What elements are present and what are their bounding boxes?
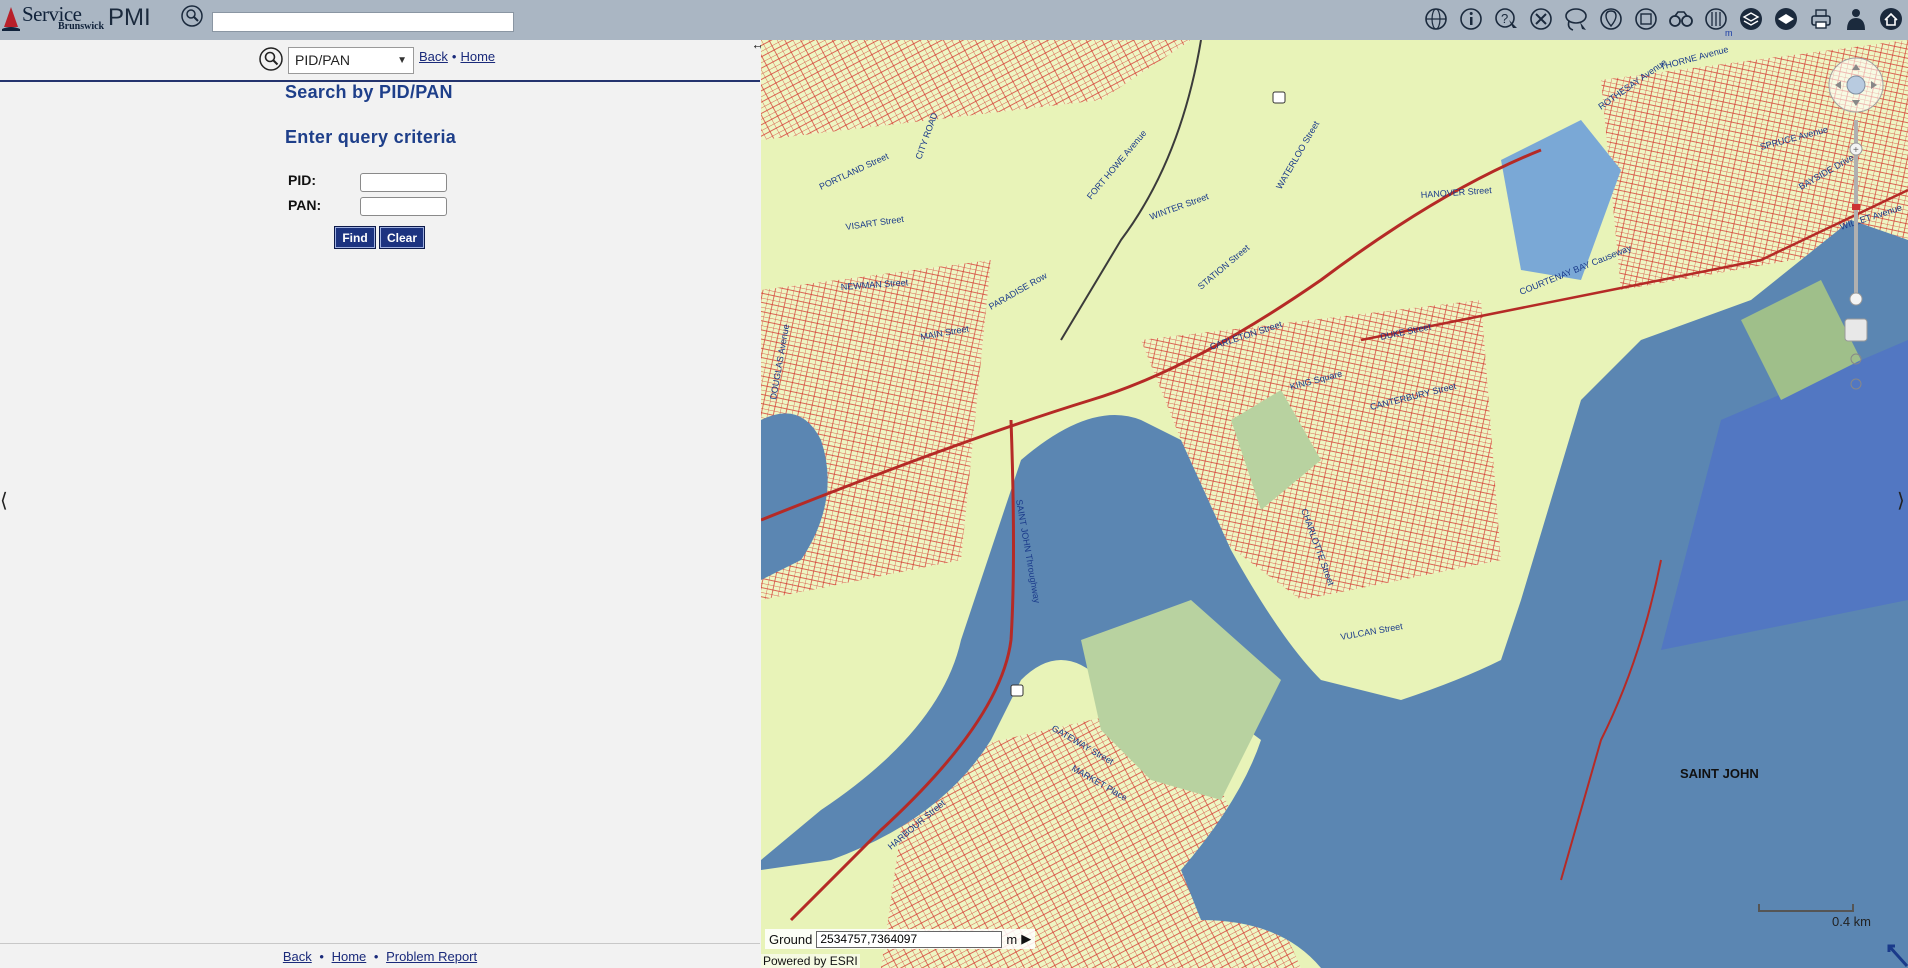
zoom-slider-thumb (1852, 204, 1860, 210)
route-shield-icon (1272, 91, 1286, 104)
user-icon[interactable] (1841, 4, 1871, 34)
search-input[interactable] (212, 12, 514, 32)
scale-bar (1758, 904, 1854, 912)
clear-button[interactable]: Clear (379, 226, 425, 249)
identify-icon[interactable]: ? (1491, 4, 1521, 34)
map-toolbar: ? (1421, 4, 1906, 34)
zoom-out-icon (1849, 292, 1863, 306)
collapse-panel-icon[interactable]: ⟨ (0, 488, 8, 513)
left-panel: PID/PAN ▼ Back • Home Search by PID/PAN En… (0, 40, 760, 968)
back-link[interactable]: Back (419, 49, 448, 64)
globe-icon[interactable] (1421, 4, 1451, 34)
coord-label: Ground (769, 931, 813, 947)
zoom-extent-icon[interactable] (1631, 4, 1661, 34)
lasso-select-icon[interactable] (1561, 4, 1591, 34)
print-icon[interactable] (1806, 4, 1836, 34)
zoom-box-out-icon (1850, 378, 1862, 390)
scale-label: 0.4 km (1832, 914, 1872, 929)
info-icon[interactable] (1456, 4, 1486, 34)
link-separator: • (451, 49, 457, 64)
svg-text:+: + (1853, 145, 1859, 156)
search-icon[interactable] (258, 46, 284, 72)
route-shield-icon (1010, 684, 1024, 697)
footer-home-link[interactable]: Home (332, 949, 367, 964)
breadcrumb: Back • Home (419, 49, 495, 64)
pid-field[interactable] (360, 173, 447, 192)
footer: Back • Home • Problem Report (0, 943, 760, 968)
home-link[interactable]: Home (460, 49, 495, 64)
pan-field[interactable] (360, 197, 447, 216)
binoculars-icon[interactable] (1666, 4, 1696, 34)
clear-selection-icon[interactable] (1526, 4, 1556, 34)
search-type-value: PID/PAN (295, 52, 350, 68)
zoom-box-in-icon (1850, 353, 1862, 365)
coordinate-readout: Ground m ▶ (765, 929, 1036, 949)
footer-separator: • (373, 949, 379, 964)
map-navigation-control[interactable]: + (1825, 54, 1887, 414)
service-new-brunswick-logo[interactable]: Service Brunswick (2, 2, 104, 32)
coordinate-field[interactable] (816, 930, 1003, 948)
basemap-icon[interactable] (1771, 4, 1801, 34)
powered-by-text: Powered by ESRI (761, 954, 860, 968)
chevron-down-icon: ▼ (397, 55, 407, 66)
form-subtitle: Enter query criteria (285, 127, 457, 147)
scale-link[interactable]: m (1725, 28, 1733, 38)
coord-unit: m (1006, 931, 1018, 947)
app-name: PMI (108, 4, 151, 31)
pan-hand-icon (1844, 318, 1868, 342)
footer-separator: • (319, 949, 324, 964)
page-title: Search by PID/PAN (285, 82, 453, 102)
find-button[interactable]: Find (334, 226, 376, 249)
layers-icon[interactable] (1736, 4, 1766, 34)
logo-sail-icon (2, 7, 20, 31)
globe-center-icon (1846, 75, 1866, 95)
go-arrow-icon[interactable]: ▶ (1021, 931, 1031, 947)
pid-label: PID: (288, 172, 316, 188)
map-canvas: VISART Street HANOVER Street COURTENAY B… (761, 40, 1908, 968)
problem-report-link[interactable]: Problem Report (386, 949, 477, 964)
city-label: SAINT JOHN (1680, 766, 1759, 781)
top-bar: Service Brunswick PMI ? m (0, 0, 1908, 40)
home-icon[interactable] (1876, 4, 1906, 34)
location-icon[interactable] (1596, 4, 1626, 34)
search-bar: PID/PAN ▼ Back • Home (0, 40, 760, 82)
svg-text:?: ? (1501, 11, 1508, 26)
map-view[interactable]: VISART Street HANOVER Street COURTENAY B… (761, 40, 1908, 968)
resize-handle-icon[interactable] (1887, 940, 1908, 968)
logo-text-brunswick: Brunswick (58, 21, 105, 32)
expand-panel-icon[interactable]: ⟩ (1897, 488, 1905, 513)
pan-label: PAN: (288, 197, 322, 213)
footer-back-link[interactable]: Back (283, 949, 312, 964)
search-icon[interactable] (180, 4, 204, 28)
search-type-dropdown[interactable]: PID/PAN ▼ (288, 47, 414, 74)
